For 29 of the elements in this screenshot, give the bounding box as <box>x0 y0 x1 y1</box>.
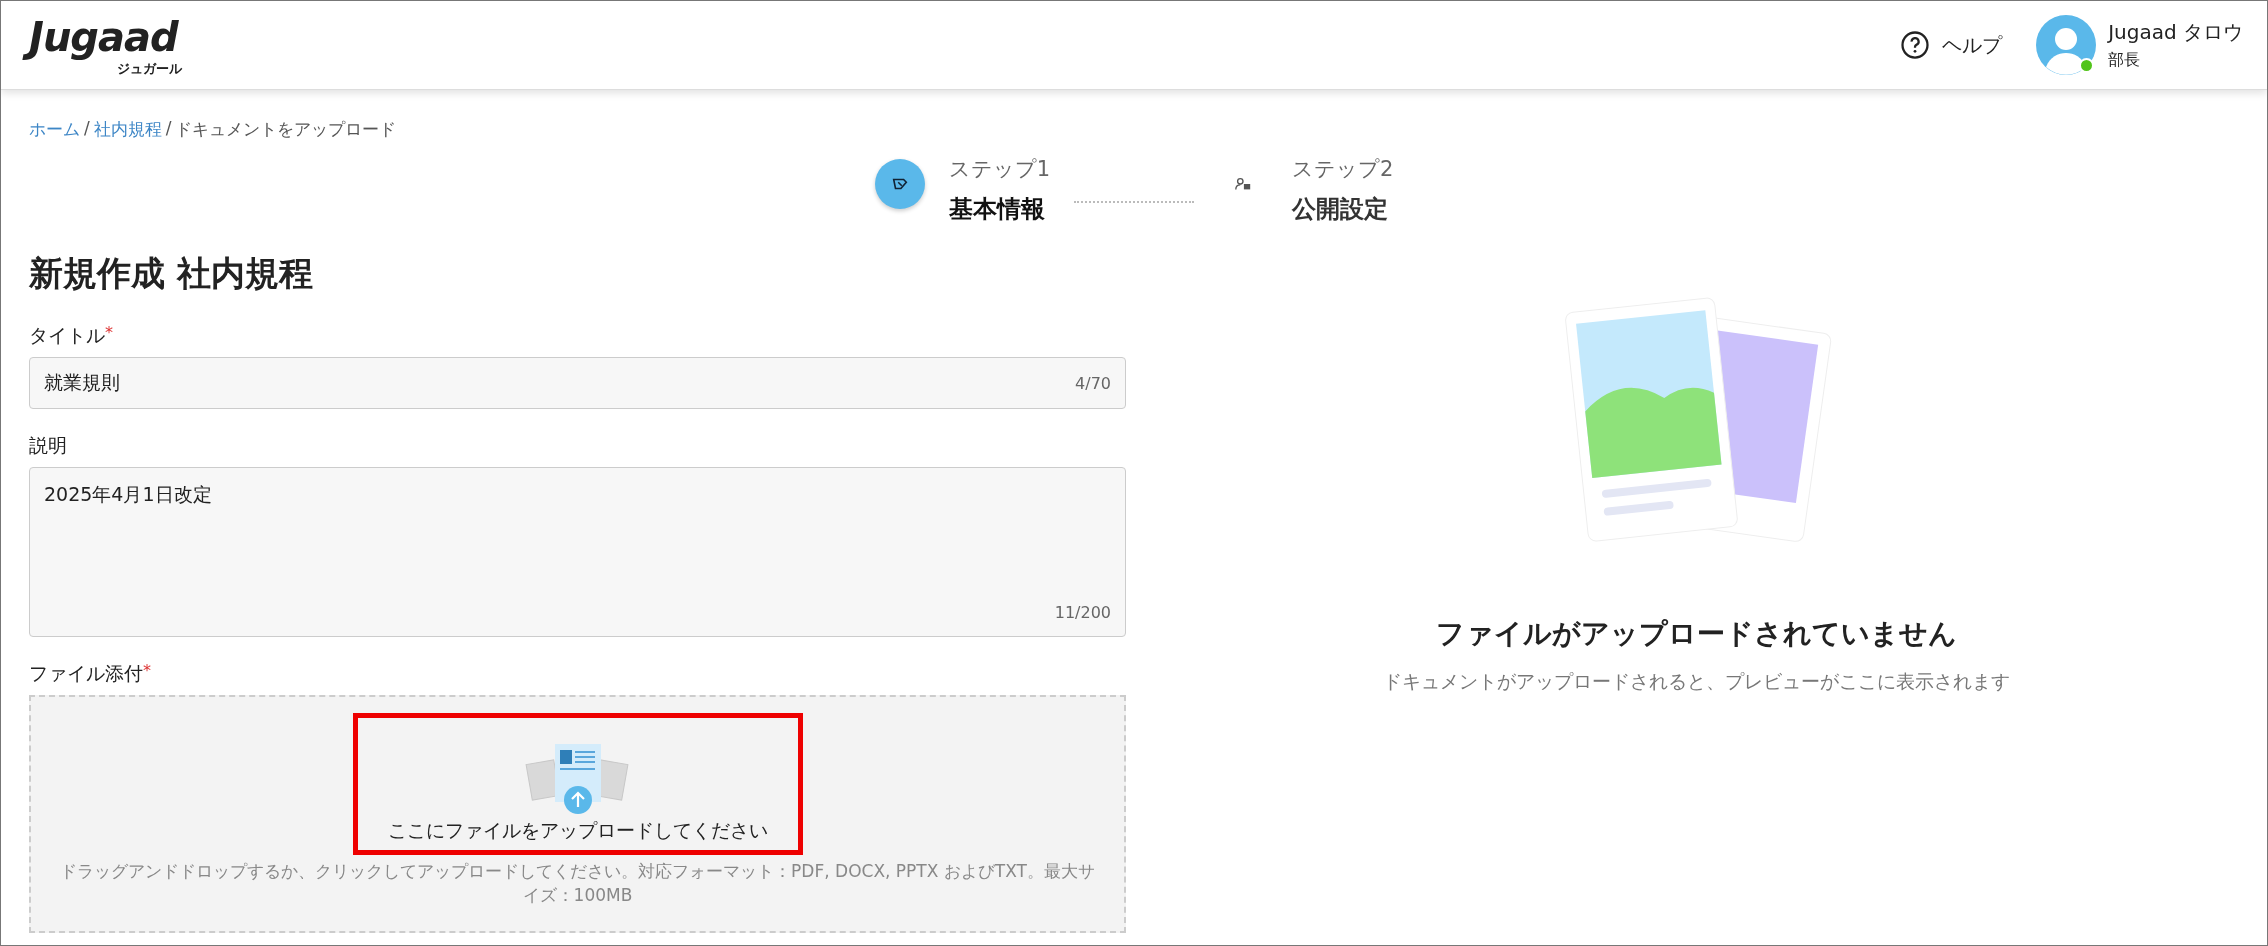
breadcrumb-separator: / <box>84 118 90 140</box>
logo[interactable]: Jugaad ジュガール <box>21 14 190 76</box>
step-number: ステップ2 <box>1292 156 1394 183</box>
breadcrumb-link[interactable]: 社内規程 <box>93 118 162 141</box>
step-number: ステップ1 <box>948 156 1050 183</box>
page-title: 新規作成 社内規程 <box>29 252 314 295</box>
file-dropzone[interactable]: ここにファイルをアップロードしてください ドラッグアンドドロップするか、クリックしてアップロードしてください。対応フォーマット：PDF, DOCX, PPTX およびTXT。最大サイズ：100MB <box>29 695 1126 933</box>
required-mark: * <box>105 323 113 342</box>
upload-hint: ドラッグアンドドロップするか、クリックしてアップロードしてください。対応フォーマット：PDF, DOCX, PPTX およびTXT。最大サイズ：100MB <box>59 860 1096 907</box>
input-field[interactable]: 就業規則 4/70 <box>29 357 1126 409</box>
breadcrumb-current: ドキュメントをアップロード <box>175 118 397 141</box>
breadcrumb-separator: / <box>165 118 172 140</box>
step-label: 公開設定 <box>1292 194 1389 225</box>
user-role: 部長 <box>2108 50 2142 71</box>
user-name: Jugaad タロウ <box>2108 19 2243 46</box>
step-label: 基本情報 <box>948 194 1046 225</box>
field-label: タイトル <box>29 323 105 348</box>
upload-prompt: ここにファイルをアップロードしてください <box>387 818 768 843</box>
help-icon[interactable] <box>1900 30 1931 60</box>
help-link[interactable]: ヘルプ <box>1942 31 2003 59</box>
empty-state-description: ドキュメントがアップロードされると、プレビューがここに表示されます <box>1383 669 2010 694</box>
textarea-field[interactable]: 2025年4月1日改定 11/200 <box>29 467 1126 637</box>
breadcrumb-link[interactable]: ホーム <box>29 118 80 141</box>
required-mark: * <box>143 661 151 680</box>
logo-subtitle: ジュガール <box>116 61 183 76</box>
empty-state-title: ファイルがアップロードされていません <box>1436 616 1957 652</box>
field-label: 説明 <box>29 433 67 458</box>
field-label: ファイル添付 <box>29 661 143 686</box>
logo-text: Jugaad <box>21 14 190 60</box>
